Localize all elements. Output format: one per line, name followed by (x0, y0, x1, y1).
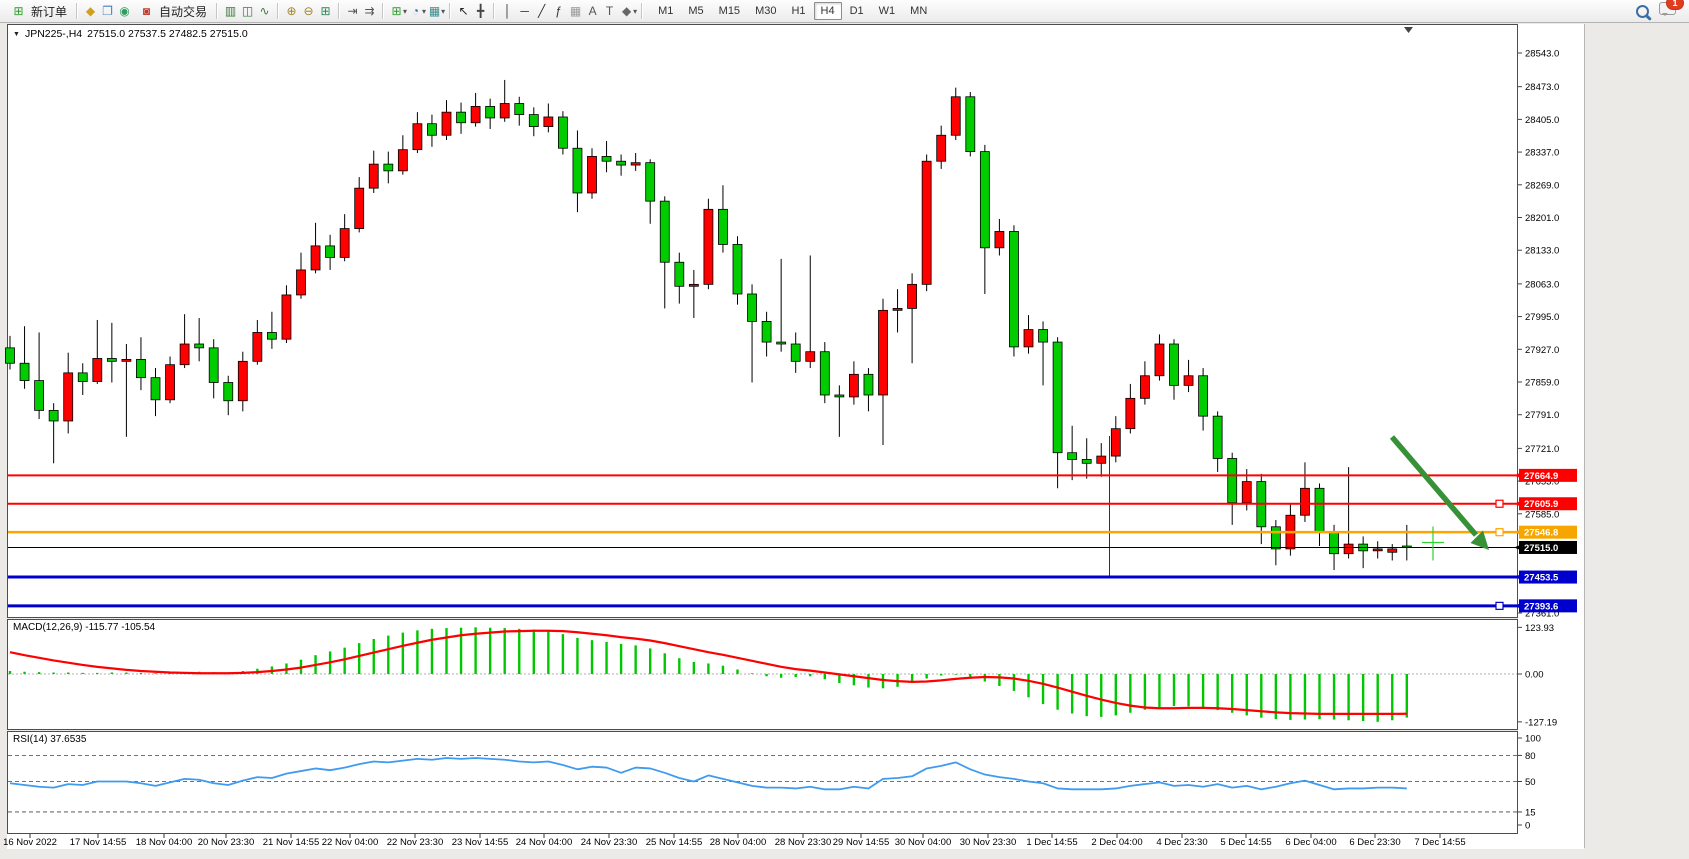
candlestick-chart-icon[interactable]: ◫ (239, 3, 256, 20)
trendline-icon[interactable]: ╱ (533, 3, 550, 20)
toolbar-separator (76, 3, 78, 19)
new-order-button-label: 新订单 (31, 3, 67, 20)
timeframe-d1[interactable]: D1 (843, 2, 871, 20)
tile-windows-icon[interactable]: ⊞ (317, 3, 334, 20)
chart-menu-arrow-icon[interactable]: ▼ (13, 31, 20, 38)
zoom-out-icon[interactable]: ⊖ (300, 3, 317, 20)
cursor-icon[interactable]: ↖ (455, 3, 472, 20)
shapes-caret[interactable]: ▾ (633, 7, 637, 16)
auto-scroll-icon[interactable]: ⇉ (361, 3, 378, 20)
chat-icon[interactable]: 1 (1659, 2, 1676, 20)
timeframe-m5[interactable]: M5 (681, 2, 710, 20)
timeframe-switcher: M1M5M15M30H1H4D1W1MN (651, 2, 934, 20)
macd-indicator-label: MACD(12,26,9) -115.77 -105.54 (13, 622, 155, 633)
auto-trading-button-label: 自动交易 (159, 3, 207, 20)
zoom-in-icon[interactable]: ⊕ (283, 3, 300, 20)
chart-symbol-period: JPN225-,H4 (25, 28, 82, 40)
rsi-panel[interactable] (7, 731, 1518, 834)
auto-trading-icon[interactable]: ◙ (138, 3, 155, 20)
timeframe-w1[interactable]: W1 (872, 2, 903, 20)
toolbar-separator (277, 3, 279, 19)
main-chart-panel[interactable] (7, 24, 1518, 618)
notification-badge: 1 (1666, 0, 1684, 10)
timeframe-mn[interactable]: MN (903, 2, 934, 20)
toolbar-separator (641, 3, 643, 19)
auto-trading-button[interactable]: ◙自动交易 (133, 1, 212, 22)
text-icon[interactable]: A (584, 3, 601, 20)
new-order-button[interactable]: ⊞新订单 (5, 1, 72, 22)
time-axis[interactable] (7, 834, 1584, 849)
timeframe-m15[interactable]: M15 (712, 2, 747, 20)
toolbar-separator (216, 3, 218, 19)
grid-icon[interactable]: ▦ (567, 3, 584, 20)
timeframe-m1[interactable]: M1 (651, 2, 680, 20)
search-icon[interactable] (1636, 5, 1649, 18)
history-center-icon[interactable]: ◆ (82, 3, 99, 20)
toolbar-separator (338, 3, 340, 19)
label-icon[interactable]: T (601, 3, 618, 20)
vertical-line-icon[interactable]: │ (499, 3, 516, 20)
timeframe-h4[interactable]: H4 (814, 2, 842, 20)
new-order-icon[interactable]: ⊞ (10, 3, 27, 20)
strategy-tester-icon[interactable]: ◉ (116, 3, 133, 20)
toolbar-separator (449, 3, 451, 19)
macd-panel[interactable] (7, 619, 1518, 730)
crosshair-icon[interactable]: ╋ (472, 3, 489, 20)
fibonacci-icon[interactable]: ƒ (550, 3, 567, 20)
toolbar-separator (493, 3, 495, 19)
chart-ohlc-values: 27515.0 27537.5 27482.5 27515.0 (87, 28, 248, 40)
rsi-indicator-label: RSI(14) 37.6535 (13, 734, 86, 745)
toolbar-separator (382, 3, 384, 19)
timeframe-m30[interactable]: M30 (748, 2, 783, 20)
terminal-icon[interactable]: ❐ (99, 3, 116, 20)
template-icon-caret[interactable]: ▾ (441, 7, 445, 16)
toolbar-right-group: 1 (1636, 2, 1684, 20)
chart-shift-icon[interactable]: ⇥ (344, 3, 361, 20)
timeframe-h1[interactable]: H1 (784, 2, 812, 20)
toolbar: ⊞新订单◆❐◉◙自动交易▥◫∿⊕⊖⊞⇥⇉⊞▾◔▾▦▾↖╋│─╱ƒ▦AT◆▾M1M… (0, 0, 1689, 23)
price-axis[interactable] (1518, 24, 1585, 848)
bar-chart-icon[interactable]: ▥ (222, 3, 239, 20)
horizontal-line-icon[interactable]: ─ (516, 3, 533, 20)
chart-title: ▼ JPN225-,H4 27515.0 27537.5 27482.5 275… (13, 28, 248, 40)
line-chart-icon[interactable]: ∿ (256, 3, 273, 20)
